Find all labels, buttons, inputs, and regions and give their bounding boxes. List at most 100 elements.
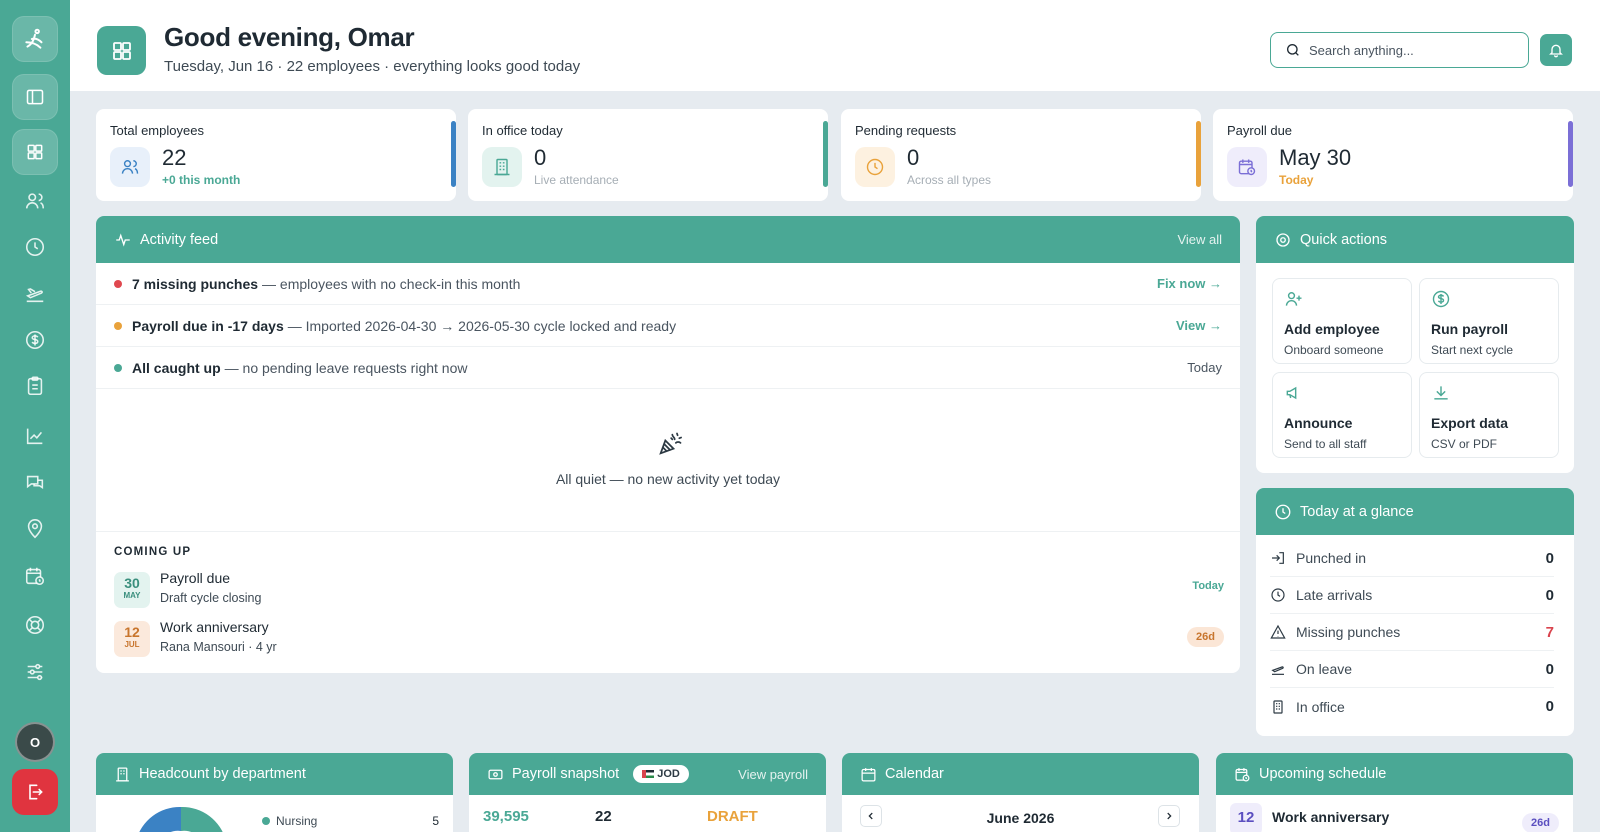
login-icon [1272, 552, 1284, 564]
stat-card-payroll-due[interactable]: Payroll due May 30 Today [1213, 109, 1573, 201]
party-popper-icon [656, 430, 684, 463]
glance-value: 0 [1545, 698, 1554, 715]
search-box[interactable] [1270, 32, 1529, 68]
sidebar-item-dashboard[interactable] [12, 129, 58, 175]
glance-value: 0 [1545, 586, 1554, 604]
upcoming-schedule-header: Upcoming schedule [1216, 753, 1573, 795]
calendar-panel: Calendar June 2026 [842, 753, 1199, 832]
stat-card-in-office[interactable]: In office today 0 Live attendance [468, 109, 828, 201]
panel-title: Quick actions [1300, 231, 1388, 248]
glance-row-on-leave: On leave 0 [1270, 651, 1554, 688]
accent-bar [1568, 121, 1573, 187]
sidebar-item-leave[interactable] [23, 282, 47, 306]
view-link[interactable]: View → [1176, 318, 1222, 333]
headcount-header: Headcount by department [96, 753, 453, 795]
coming-up-title: Work anniversary [160, 619, 269, 635]
users-icon [110, 147, 150, 187]
sidebar-item-settings[interactable] [23, 660, 47, 684]
announce-button[interactable]: Announce Send to all staff [1272, 372, 1412, 458]
coming-up-badge: 26d [1187, 627, 1224, 647]
stat-sub: Today [1279, 173, 1314, 187]
payroll-snapshot-panel: Payroll snapshot JOD View payroll 39,595… [469, 753, 826, 832]
date-day: 12 [124, 624, 140, 640]
building-icon [1273, 699, 1283, 714]
status-dot [114, 363, 122, 372]
export-data-button[interactable]: Export data CSV or PDF [1419, 372, 1559, 458]
feed-item: Payroll due in -17 days — Imported 2026-… [96, 305, 1240, 347]
notifications-button[interactable] [1540, 34, 1572, 66]
coming-up-item[interactable]: 12 JUL Work anniversary Rana Mansouri · … [114, 619, 1224, 659]
coming-up-sub: Rana Mansouri · 4 yr [160, 640, 277, 654]
feed-item-title: 7 missing punches [132, 275, 259, 292]
status-dot [114, 321, 122, 330]
glance-row-punched-in: Punched in 0 [1270, 540, 1554, 577]
upcoming-schedule-panel: Upcoming schedule 12 Work anniversary 26… [1216, 753, 1573, 832]
glance-row-late-arrivals: Late arrivals 0 [1270, 577, 1554, 614]
feed-item-text: — no pending leave requests right now [224, 359, 468, 376]
stat-value: 0 [534, 145, 547, 170]
dashboard-icon [112, 41, 131, 60]
schedule-event[interactable]: Work anniversary [1272, 809, 1389, 825]
stat-value: 0 [907, 145, 920, 170]
headcount-donut [139, 806, 223, 832]
calendar-header: Calendar [842, 753, 1199, 795]
legend-dot [262, 817, 270, 825]
date-month: JUL [124, 640, 140, 649]
glance-label: Punched in [1296, 550, 1367, 566]
sidebar-item-messages[interactable] [23, 471, 47, 495]
coming-up-badge: Today [1192, 580, 1224, 592]
logout-button[interactable] [12, 769, 58, 815]
search-input[interactable] [1309, 42, 1509, 58]
calendar-clock-icon [1227, 147, 1267, 187]
coming-up-heading: COMING UP [114, 546, 192, 558]
panel-title: Headcount by department [139, 766, 306, 782]
stat-card-pending-requests[interactable]: Pending requests 0 Across all types [841, 109, 1201, 201]
date-day: 30 [124, 575, 140, 591]
lifebuoy-icon [25, 615, 45, 635]
fix-now-link[interactable]: Fix now → [1157, 276, 1222, 291]
next-month-button[interactable] [1158, 805, 1180, 827]
payroll-amount: 39,595 [483, 808, 529, 825]
view-payroll-link[interactable]: View payroll [738, 767, 808, 782]
dollar-circle-icon [1432, 290, 1450, 308]
page-subtitle: Tuesday, Jun 16 · 22 employees · everyth… [164, 58, 581, 75]
money-icon [488, 769, 503, 779]
coming-up-item[interactable]: 30 MAY Payroll due Draft cycle closing T… [114, 570, 1224, 610]
sidebar-item-schedule[interactable] [23, 564, 47, 588]
action-sub: Onboard someone [1284, 343, 1384, 357]
calendar-clock-icon [25, 567, 45, 586]
glance-value: 0 [1545, 660, 1554, 678]
stat-value: May 30 [1279, 145, 1352, 170]
accent-bar [1196, 121, 1201, 187]
action-sub: CSV or PDF [1431, 437, 1498, 451]
feed-item: 7 missing punches — employees with no ch… [96, 263, 1240, 305]
clock-icon [1275, 504, 1291, 519]
view-all-link[interactable]: View all [1177, 232, 1222, 247]
chat-icon [26, 475, 44, 490]
feed-item-title: All caught up [132, 359, 221, 376]
app-logo[interactable] [12, 16, 58, 62]
sidebar-item-requests[interactable] [23, 374, 47, 398]
sidebar-item-support[interactable] [23, 613, 47, 637]
add-employee-button[interactable]: Add employee Onboard someone [1272, 278, 1412, 364]
headcount-panel: Headcount by department Nursing 5 [96, 753, 453, 832]
calendar-icon [861, 767, 876, 782]
action-sub: Send to all staff [1284, 437, 1367, 451]
toggle-sidebar-button[interactable] [12, 74, 58, 120]
sidebar-item-payroll[interactable] [23, 328, 47, 352]
stat-label: Pending requests [855, 123, 957, 138]
sidebar-item-locations[interactable] [23, 517, 47, 541]
clock-icon [25, 237, 45, 257]
activity-feed-panel: Activity feed View all 7 missing punches… [96, 216, 1240, 673]
stat-card-total-employees[interactable]: Total employees 22 +0 this month [96, 109, 456, 201]
accent-bar [451, 121, 456, 187]
sidebar-item-employees[interactable] [23, 189, 47, 213]
map-pin-icon [27, 519, 43, 539]
megaphone-icon [1286, 386, 1297, 400]
sidebar-item-attendance[interactable] [23, 235, 47, 259]
user-avatar[interactable]: O [15, 722, 55, 762]
dashboard-icon [27, 144, 43, 160]
calendar-month: June 2026 [986, 810, 1055, 826]
sidebar-item-reports[interactable] [23, 424, 47, 448]
run-payroll-button[interactable]: Run payroll Start next cycle [1419, 278, 1559, 364]
